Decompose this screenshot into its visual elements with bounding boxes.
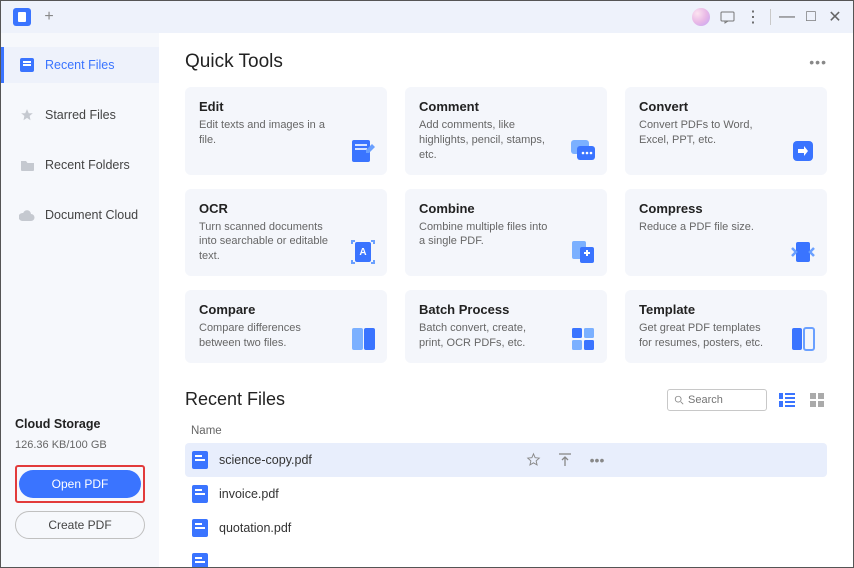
edit-icon [349,137,377,165]
compress-icon [789,238,817,266]
batch-icon [569,325,597,353]
sidebar-item-label: Recent Files [45,58,114,72]
pdf-file-icon [191,553,209,567]
tool-desc: Edit texts and images in a file. [199,118,329,148]
pdf-file-icon [191,485,209,503]
minimize-button[interactable]: — [775,5,799,29]
divider [770,9,771,25]
tool-batch-process[interactable]: Batch Process Batch convert, create, pri… [405,290,607,363]
tool-edit[interactable]: Edit Edit texts and images in a file. [185,87,387,175]
tool-title: Batch Process [419,302,593,317]
combine-icon [569,238,597,266]
file-row[interactable]: science-copy.pdf ••• [185,443,827,477]
tool-title: Convert [639,99,813,114]
sidebar-item-label: Document Cloud [45,208,138,222]
tool-desc: Get great PDF templates for resumes, pos… [639,321,769,351]
quick-tools-title: Quick Tools [185,51,283,73]
folder-icon [19,157,35,173]
content-area: Quick Tools ••• Edit Edit texts and imag… [159,33,853,567]
file-more-button[interactable]: ••• [589,452,605,468]
tool-title: Template [639,302,813,317]
sidebar-item-starred-files[interactable]: Starred Files [1,97,159,133]
cloud-storage-usage: 126.36 KB/100 GB [15,439,145,451]
create-pdf-button[interactable]: Create PDF [15,511,145,539]
tool-title: Edit [199,99,373,114]
sidebar: Recent Files Starred Files Recent Folder… [1,33,159,567]
tool-desc: Add comments, like highlights, pencil, s… [419,118,549,163]
tool-compare[interactable]: Compare Compare differences between two … [185,290,387,363]
sidebar-item-document-cloud[interactable]: Document Cloud [1,197,159,233]
convert-icon [789,137,817,165]
tool-title: OCR [199,201,373,216]
tool-desc: Compare differences between two files. [199,321,329,351]
maximize-button[interactable]: □ [799,5,823,29]
cloud-icon [19,207,35,223]
file-row[interactable] [185,545,827,567]
tool-desc: Batch convert, create, print, OCR PDFs, … [419,321,549,351]
close-button[interactable]: ✕ [823,5,847,29]
avatar[interactable] [688,4,714,30]
file-list-name-header: Name [185,421,827,443]
file-name: quotation.pdf [219,521,821,535]
more-icon[interactable]: ⋮ [740,4,766,30]
tool-ocr[interactable]: OCR Turn scanned documents into searchab… [185,189,387,277]
annotation-highlight: Open PDF [15,465,145,503]
tool-title: Comment [419,99,593,114]
sidebar-item-label: Starred Files [45,108,116,122]
recent-files-icon [19,57,35,73]
tool-compress[interactable]: Compress Reduce a PDF file size. [625,189,827,277]
svg-text:A: A [359,247,366,258]
tool-desc: Reduce a PDF file size. [639,220,769,235]
tool-comment[interactable]: Comment Add comments, like highlights, p… [405,87,607,175]
tool-desc: Combine multiple files into a single PDF… [419,220,549,250]
tool-desc: Turn scanned documents into searchable o… [199,220,329,265]
app-logo-icon [13,8,31,26]
search-icon [674,394,684,406]
sidebar-item-recent-folders[interactable]: Recent Folders [1,147,159,183]
star-icon [19,107,35,123]
comment-icon [569,137,597,165]
new-tab-button[interactable]: + [41,9,57,25]
tool-convert[interactable]: Convert Convert PDFs to Word, Excel, PPT… [625,87,827,175]
cloud-storage-title: Cloud Storage [15,417,145,431]
compare-icon [349,325,377,353]
file-row[interactable]: quotation.pdf [185,511,827,545]
search-input[interactable] [688,394,760,406]
upload-file-button[interactable] [557,452,573,468]
file-name: science-copy.pdf [219,453,515,467]
tools-grid: Edit Edit texts and images in a file. Co… [185,87,827,363]
pdf-file-icon [191,519,209,537]
tool-combine[interactable]: Combine Combine multiple files into a si… [405,189,607,277]
pdf-file-icon [191,451,209,469]
message-icon[interactable] [714,4,740,30]
file-name: invoice.pdf [219,487,821,501]
file-row[interactable]: invoice.pdf [185,477,827,511]
tool-template[interactable]: Template Get great PDF templates for res… [625,290,827,363]
search-box[interactable] [667,389,767,411]
open-pdf-button[interactable]: Open PDF [19,470,141,498]
tool-desc: Convert PDFs to Word, Excel, PPT, etc. [639,118,769,148]
star-file-button[interactable] [525,452,541,468]
sidebar-item-recent-files[interactable]: Recent Files [1,47,159,83]
grid-view-button[interactable] [807,390,827,410]
quick-tools-more-icon[interactable]: ••• [809,54,827,70]
ocr-icon: A [349,238,377,266]
titlebar: + ⋮ — □ ✕ [1,1,853,33]
tool-title: Combine [419,201,593,216]
tool-title: Compress [639,201,813,216]
recent-files-title: Recent Files [185,389,285,410]
list-view-button[interactable] [777,390,797,410]
tool-title: Compare [199,302,373,317]
template-icon [789,325,817,353]
sidebar-item-label: Recent Folders [45,158,130,172]
